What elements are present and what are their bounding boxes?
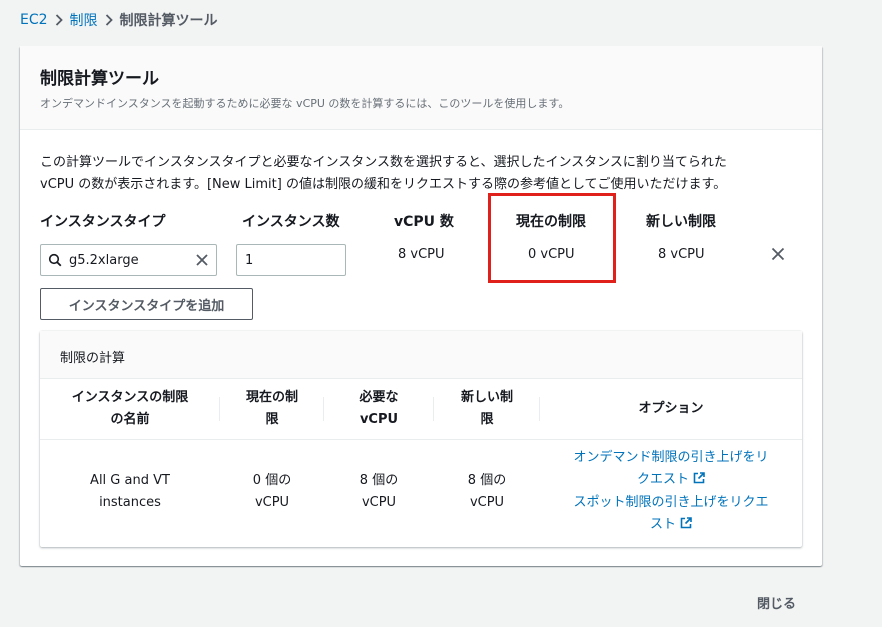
calc-header-new: 新しい制 限: [434, 379, 540, 440]
col-header-vcpu-count: vCPU 数: [394, 214, 454, 230]
limits-calculation-container: 制限の計算 インスタンスの制限 の名前 現在の制 限 必要な vCPU 新しい制…: [40, 331, 802, 547]
calc-title: 制限の計算: [40, 331, 802, 379]
breadcrumb-current: 制限計算ツール: [119, 13, 218, 29]
calc-cell-required: 8 個の vCPU: [359, 473, 399, 511]
spot-increase-link[interactable]: スポット制限の引き上げをリクエ スト: [540, 492, 802, 537]
col-header-instance-count: インスタンス数: [242, 214, 340, 230]
intro-line-2: vCPU の数が表示されます。[New Limit] の値は制限の緩和をリクエス…: [40, 177, 727, 192]
ondemand-increase-link[interactable]: オンデマンド制限の引き上げをリ クエスト: [540, 447, 802, 492]
intro-line-1: この計算ツールでインスタンスタイプと必要なインスタンス数を選択すると、選択したイ…: [40, 155, 727, 170]
calc-header-options: オプション: [540, 379, 802, 440]
external-link-icon: [693, 470, 705, 492]
calc-cell-options: オンデマンド制限の引き上げをリ クエスト スポット制限の引き上げをリクエ スト: [540, 439, 802, 545]
vcpu-count-value: 8 vCPU: [398, 247, 445, 262]
panel-description: オンデマンドインスタンスを起動するために必要な vCPU の数を計算するには、こ…: [40, 97, 570, 110]
search-icon: [41, 253, 69, 267]
add-instance-type-button[interactable]: インスタンスタイプを追加: [40, 288, 253, 320]
col-header-new-limit: 新しい制限: [646, 214, 716, 230]
close-button[interactable]: 閉じる: [757, 593, 796, 612]
clear-icon[interactable]: [188, 253, 216, 267]
remove-row-icon[interactable]: [768, 244, 788, 264]
breadcrumb-ec2[interactable]: EC2: [20, 12, 48, 28]
panel-header: 制限計算ツール オンデマンドインスタンスを起動するために必要な vCPU の数を…: [20, 46, 822, 130]
calc-table: インスタンスの制限 の名前 現在の制 限 必要な vCPU 新しい制 限 オプシ…: [40, 379, 802, 545]
chevron-right-icon: [98, 14, 120, 26]
new-limit-value: 8 vCPU: [658, 247, 705, 262]
breadcrumb-limits[interactable]: 制限: [70, 10, 98, 30]
page-title: 制限計算ツール: [40, 69, 159, 89]
calc-cell-current: 0 個の vCPU: [252, 473, 292, 511]
instance-type-value: g5.2xlarge: [69, 252, 139, 268]
table-row: All G and VT instances 0 個の vCPU 8 個の vC…: [40, 439, 802, 545]
calc-cell-new: 8 個の vCPU: [467, 473, 507, 511]
external-link-icon: [680, 515, 692, 537]
calc-header-name: インスタンスの制限 の名前: [40, 379, 220, 440]
col-header-instance-type: インスタンスタイプ: [40, 214, 166, 230]
limits-calculator-panel: 制限計算ツール オンデマンドインスタンスを起動するために必要な vCPU の数を…: [20, 46, 822, 566]
instance-type-select[interactable]: g5.2xlarge: [40, 244, 217, 276]
breadcrumb: EC2 制限 制限計算ツール: [20, 10, 218, 30]
chevron-right-icon: [48, 14, 70, 26]
intro-text: この計算ツールでインスタンスタイプと必要なインスタンス数を選択すると、選択したイ…: [40, 152, 810, 196]
instance-count-input[interactable]: [236, 244, 346, 276]
calc-header-required: 必要な vCPU: [324, 379, 434, 440]
calc-cell-name: All G and VT instances: [90, 473, 170, 511]
calc-header-current: 現在の制 限: [220, 379, 324, 440]
current-limit-highlight: [488, 193, 616, 283]
